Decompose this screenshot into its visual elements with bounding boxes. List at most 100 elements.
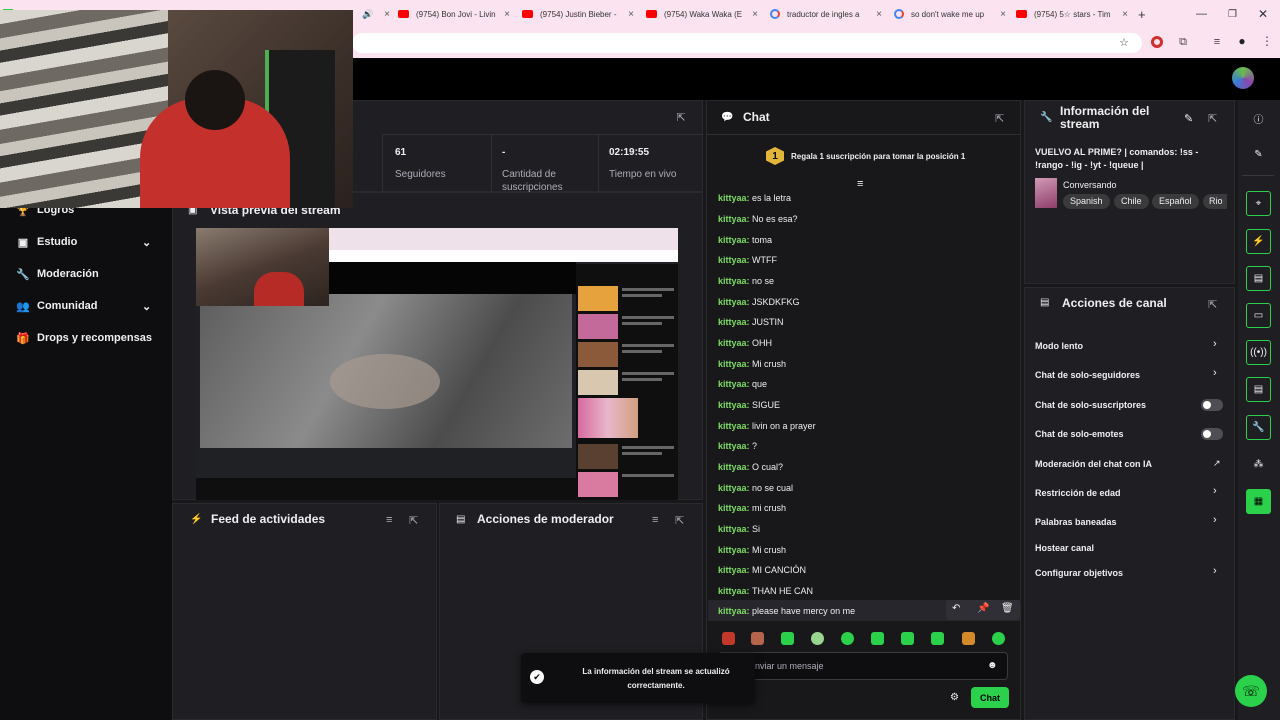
emote-icon[interactable] — [841, 632, 854, 645]
document-icon[interactable]: ▤ — [1246, 266, 1271, 291]
emote-picker-icon[interactable]: ☻ — [987, 660, 998, 671]
raid-icon[interactable]: ⁂ — [1246, 452, 1271, 477]
tag-pill[interactable]: Chile — [1114, 194, 1149, 209]
chat-bubble-icon[interactable]: ▭ — [1246, 303, 1271, 328]
close-window-icon[interactable]: ✕ — [1258, 4, 1268, 24]
chat-message[interactable]: kittyaa: MI CANCIÓN — [718, 565, 806, 575]
profile-icon[interactable]: ● — [1235, 34, 1249, 48]
info-icon[interactable]: ⓘ — [1246, 106, 1271, 131]
tag-pill[interactable]: Español — [1152, 194, 1199, 209]
bookmark-star-icon[interactable]: ☆ — [1118, 36, 1130, 49]
emote-icon[interactable] — [962, 632, 975, 645]
edit-pencil-icon[interactable]: ✎ — [1246, 142, 1271, 167]
sidebar-item-drops[interactable]: 🎁 Drops y recompensas — [16, 328, 152, 348]
close-tab-icon[interactable]: × — [624, 9, 638, 20]
gift-sub-prompt[interactable]: Regala 1 suscripción para tomar la posic… — [791, 152, 965, 161]
reply-icon[interactable]: ↶ — [952, 603, 960, 614]
browser-tab-4[interactable]: traductor de ingles a × — [770, 4, 886, 24]
filter-icon[interactable]: ≡ — [386, 514, 392, 526]
chat-send-button[interactable]: Chat — [971, 687, 1009, 708]
user-avatar[interactable] — [1232, 67, 1254, 89]
chevron-right-icon[interactable]: › — [1213, 565, 1217, 577]
subscribers-only-toggle[interactable] — [1201, 399, 1223, 411]
address-bar[interactable] — [352, 33, 1142, 53]
chat-message[interactable]: kittyaa: OHH — [718, 338, 772, 348]
chat-message-hovered[interactable]: kittyaa: please have mercy on me — [718, 606, 855, 616]
browser-tab-3[interactable]: (9754) Waka Waka (E × — [646, 4, 762, 24]
help-chat-icon[interactable]: ☏ — [1235, 675, 1267, 707]
popout-icon[interactable]: ⇱ — [995, 112, 1004, 125]
popout-icon[interactable]: ⇱ — [409, 514, 418, 527]
close-tab-icon[interactable]: × — [500, 9, 514, 20]
category-name[interactable]: Conversando — [1063, 180, 1117, 190]
broadcast-icon[interactable]: ((•)) — [1246, 340, 1271, 365]
close-tab-icon[interactable]: × — [872, 9, 886, 20]
chat-message[interactable]: kittyaa: No es esa? — [718, 214, 798, 224]
channel-actions-icon[interactable]: ▤ — [1246, 377, 1271, 402]
tag-pill[interactable]: Rio — [1203, 194, 1227, 209]
chat-message[interactable]: kittyaa: no se cual — [718, 483, 793, 493]
popout-icon[interactable]: ⇱ — [675, 514, 684, 527]
chat-message[interactable]: kittyaa: WTFF — [718, 255, 777, 265]
lightning-icon[interactable]: ⚡ — [1246, 229, 1271, 254]
sidebar-item-moderacion[interactable]: 🔧 Moderación — [16, 264, 99, 284]
chat-message[interactable]: kittyaa: Si — [718, 524, 760, 534]
sidebar-item-comunidad[interactable]: 👥 Comunidad ⌄ — [16, 296, 151, 316]
emotes-only-toggle[interactable] — [1201, 428, 1223, 440]
restore-window-icon[interactable]: ❐ — [1228, 4, 1237, 24]
media-queue-icon[interactable]: ≡ — [1210, 35, 1224, 49]
edit-pencil-icon[interactable]: ✎ — [1184, 112, 1193, 125]
chat-message[interactable]: kittyaa: O cual? — [718, 462, 783, 472]
record-extension-icon[interactable] — [1151, 36, 1163, 48]
chat-message[interactable]: kittyaa: Mi crush — [718, 545, 786, 555]
chat-message[interactable]: kittyaa: no se — [718, 276, 774, 286]
chevron-right-icon[interactable]: › — [1213, 485, 1217, 497]
filter-icon[interactable]: ≡ — [652, 514, 658, 526]
chat-message[interactable]: kittyaa: toma — [718, 235, 772, 245]
popout-icon[interactable]: ⇱ — [1208, 298, 1217, 311]
popout-icon[interactable]: ⇱ — [675, 111, 687, 124]
emote-icon[interactable] — [871, 632, 884, 645]
chevron-right-icon[interactable]: › — [1213, 367, 1217, 379]
chevron-right-icon[interactable]: › — [1213, 338, 1217, 350]
collapse-icon[interactable]: ≡ — [857, 178, 863, 190]
action-ai-moderation[interactable]: Moderación del chat con IA — [1035, 459, 1152, 469]
browser-tab-1[interactable]: (9754) Bon Jovi - Livin × — [398, 4, 514, 24]
wrench-icon[interactable]: 🔧 — [1246, 415, 1271, 440]
action-slow-mode[interactable]: Modo lento — [1035, 341, 1083, 351]
external-link-icon[interactable]: ↗ — [1213, 458, 1221, 469]
chevron-right-icon[interactable]: › — [1213, 514, 1217, 526]
emote-icon[interactable] — [811, 632, 824, 645]
pin-icon[interactable]: 📌 — [977, 603, 989, 614]
popout-icon[interactable]: ⇱ — [1208, 112, 1217, 125]
chat-message[interactable]: kittyaa: Mi crush — [718, 359, 786, 369]
extension-icon[interactable]: ▦ — [1246, 489, 1271, 514]
close-tab-icon[interactable]: × — [996, 9, 1010, 20]
sidebar-item-estudio[interactable]: ▣ Estudio ⌄ — [16, 232, 151, 252]
chat-input[interactable]: Enviar un mensaje ☻ — [718, 652, 1008, 680]
close-tab-icon[interactable]: × — [748, 9, 762, 20]
chat-message[interactable]: kittyaa: livin on a prayer — [718, 421, 816, 431]
emote-icon[interactable] — [992, 632, 1005, 645]
chat-message[interactable]: kittyaa: THAN HE CAN — [718, 586, 813, 596]
action-configure-goals[interactable]: Configurar objetivos — [1035, 568, 1123, 578]
emote-icon[interactable] — [722, 632, 735, 645]
tag-pill[interactable]: Spanish — [1063, 194, 1110, 209]
chat-settings-gear-icon[interactable]: ⚙ — [950, 692, 959, 703]
clip-icon[interactable]: ⌖ — [1246, 191, 1271, 216]
minimize-window-icon[interactable]: — — [1196, 4, 1207, 24]
chat-message[interactable]: kittyaa: es la letra — [718, 193, 791, 203]
chat-message[interactable]: kittyaa: mi crush — [718, 503, 786, 513]
stream-preview-video[interactable] — [196, 228, 678, 500]
action-banned-words[interactable]: Palabras baneadas — [1035, 517, 1117, 527]
category-box-art[interactable] — [1035, 178, 1057, 208]
chat-message[interactable]: kittyaa: que — [718, 379, 767, 389]
chat-message[interactable]: kittyaa: JUSTIN — [718, 317, 784, 327]
emote-icon[interactable] — [901, 632, 914, 645]
browser-tab-5[interactable]: so don't wake me up × — [894, 4, 1010, 24]
chat-message[interactable]: kittyaa: JSKDKFKG — [718, 297, 800, 307]
browser-tab-2[interactable]: (9754) Justin Bieber - × — [522, 4, 638, 24]
close-tab-icon[interactable]: × — [1118, 9, 1132, 20]
chat-message[interactable]: kittyaa: ? — [718, 441, 757, 451]
emote-icon[interactable] — [751, 632, 764, 645]
